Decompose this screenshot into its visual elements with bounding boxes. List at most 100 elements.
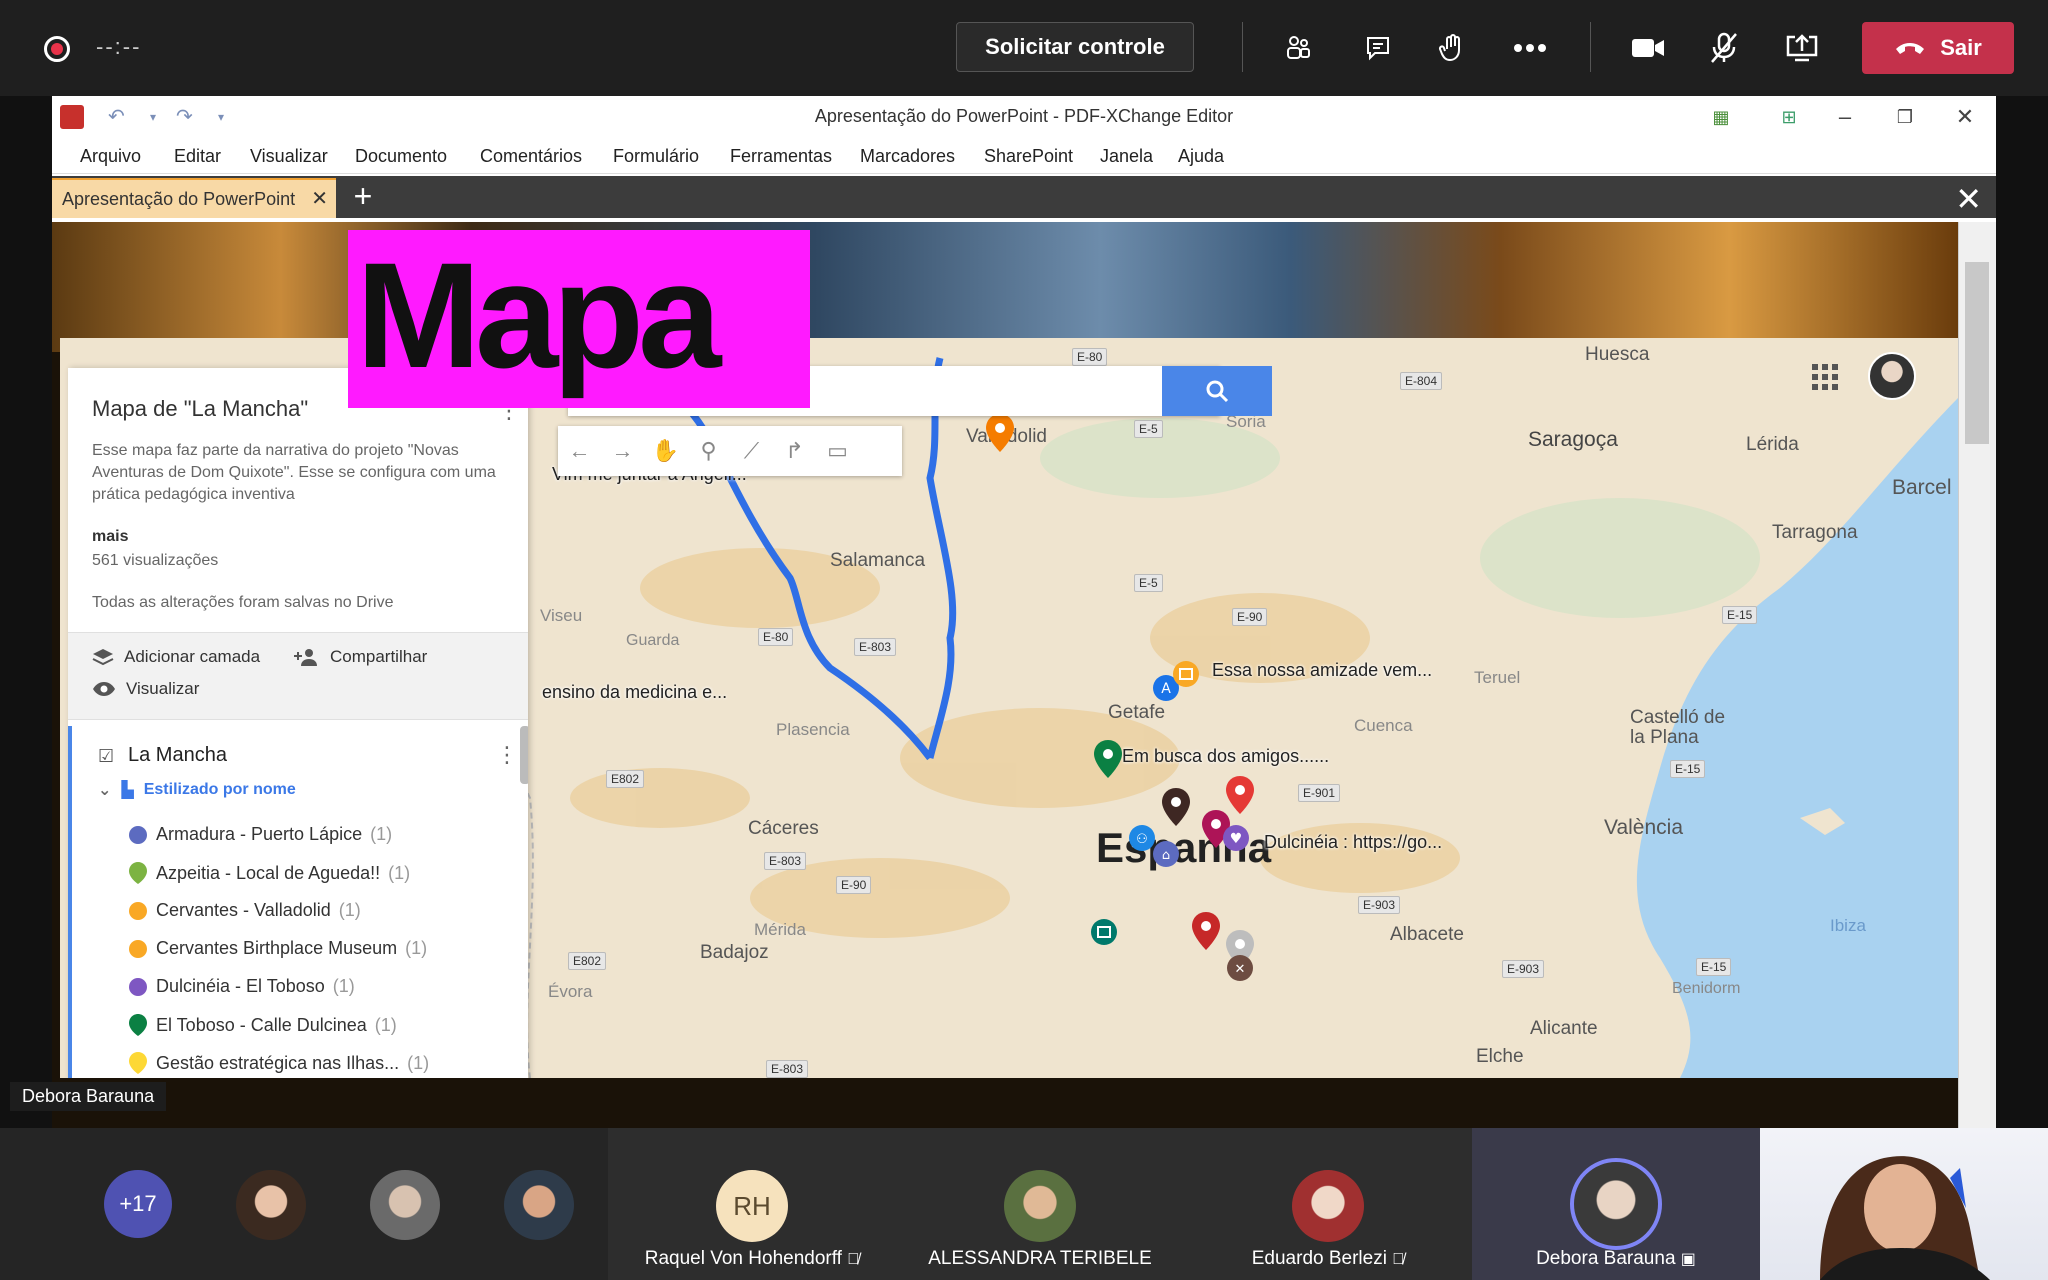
list-item[interactable]: Gestão estratégica nas Ilhas... (1) (128, 1052, 429, 1074)
menu-visualizar[interactable]: Visualizar (250, 146, 328, 167)
menu-editar[interactable]: Editar (174, 146, 221, 167)
share-screen-icon[interactable] (1782, 28, 1822, 68)
ui-options-icon[interactable]: ▦ (1704, 102, 1738, 132)
participant-tile[interactable]: Eduardo Berlezi 🎙̸ (1184, 1128, 1472, 1280)
museum-marker-icon[interactable] (1172, 660, 1200, 698)
map-pin-red-icon[interactable] (1192, 912, 1220, 950)
slide-page: Mapa Huesca Saragoça Lérida Barcel Tarra… (52, 222, 1958, 1128)
view-count: 561 visualizações (92, 552, 219, 569)
list-item[interactable]: Cervantes - Valladolid (1) (128, 900, 361, 921)
chat-icon[interactable] (1358, 28, 1398, 68)
feature-count: (1) (405, 938, 428, 958)
list-item[interactable]: El Toboso - Calle Dulcinea (1) (128, 1014, 397, 1036)
hand-icon[interactable]: ✋ (644, 426, 687, 476)
map-pin-orange-icon[interactable] (986, 414, 1014, 452)
svg-text:✕: ✕ (1235, 962, 1246, 977)
account-avatar[interactable] (1868, 352, 1916, 400)
preview-label: Visualizar (126, 679, 200, 698)
close-tab-icon[interactable]: ✕ (311, 186, 328, 211)
hanger-marker-icon[interactable]: ⌂ (1152, 840, 1180, 878)
scroll-thumb[interactable] (1965, 262, 1989, 444)
fullscreen-icon[interactable]: ⊞ (1772, 102, 1806, 132)
new-tab-icon[interactable]: + (346, 180, 380, 214)
marker-icon[interactable]: ⚲ (687, 426, 730, 476)
participant-tile[interactable]: Debora Barauna ▣ (1472, 1128, 1760, 1280)
vertical-scrollbar[interactable] (1958, 222, 1996, 1128)
list-item[interactable]: Dulcinéia - El Toboso (1) (128, 976, 355, 997)
microphone-muted-icon[interactable] (1704, 28, 1744, 68)
feature-count: (1) (407, 1052, 430, 1073)
tools-marker-icon[interactable]: ✕ (1226, 954, 1254, 992)
road-shield: E-5 (1134, 574, 1163, 592)
feature-name: Gestão estratégica nas Ilhas... (156, 1052, 400, 1073)
document-tab-bar: Apresentação do PowerPoint ✕ + ✕ (52, 176, 1996, 218)
more-participants-badge[interactable]: +17 (104, 1170, 172, 1238)
apps-grid-icon[interactable] (1810, 362, 1840, 392)
menu-arquivo[interactable]: Arquivo (80, 146, 141, 167)
svg-text:A: A (1161, 681, 1171, 697)
leave-button[interactable]: Sair (1862, 22, 2014, 74)
map-search-button[interactable] (1162, 366, 1272, 416)
participant-tile[interactable]: ALESSANDRA TERIBELE (896, 1128, 1184, 1280)
museum-marker-icon (129, 939, 147, 958)
close-window-icon[interactable]: ✕ (1948, 102, 1982, 132)
menu-sharepoint[interactable]: SharePoint (984, 146, 1073, 167)
more-link[interactable]: mais (92, 528, 128, 546)
avatar (1570, 1158, 1662, 1250)
city-label: Barcel (1892, 476, 1952, 499)
marker-callout: Essa nossa amizade vem... (1212, 660, 1433, 680)
request-control-button[interactable]: Solicitar controle (956, 22, 1194, 72)
avatar[interactable] (236, 1170, 306, 1240)
menu-formulario[interactable]: Formulário (613, 146, 699, 167)
menu-ferramentas[interactable]: Ferramentas (730, 146, 832, 167)
undo-icon[interactable]: ← (558, 426, 601, 476)
menu-janela[interactable]: Janela (1100, 146, 1153, 167)
scrollbar[interactable] (520, 726, 528, 784)
avatar[interactable] (504, 1170, 574, 1240)
recording-icon (44, 36, 70, 62)
directions-icon[interactable]: ↱ (773, 426, 816, 476)
menu-marcadores[interactable]: Marcadores (860, 146, 955, 167)
participant-tile[interactable]: RH Raquel Von Hohendorff 🎙̸ (608, 1128, 896, 1280)
layer-checkbox[interactable]: ☑ (98, 746, 116, 766)
menu-ajuda[interactable]: Ajuda (1178, 146, 1224, 167)
map-toolbar: ← → ✋ ⚲ ⟋ ↱ ▭ (558, 426, 902, 476)
layers-icon (92, 649, 114, 666)
tab-document[interactable]: Apresentação do PowerPoint ✕ (52, 178, 336, 218)
draw-line-icon[interactable]: ⟋ (730, 426, 773, 476)
city-label: Teruel (1474, 668, 1521, 687)
menu-comentarios[interactable]: Comentários (480, 146, 582, 167)
self-video-preview (1760, 1128, 2048, 1280)
style-by-name-link[interactable]: ⌄ ▙ Estilizado por nome (98, 780, 296, 800)
restore-icon[interactable]: ❐ (1888, 102, 1922, 132)
close-document-icon[interactable]: ✕ (1955, 180, 1982, 218)
add-layer-button[interactable]: Adicionar camada (92, 647, 260, 667)
feature-name: Azpeitia - Local de Agueda!! (156, 862, 381, 883)
list-item[interactable]: Azpeitia - Local de Agueda!! (1) (128, 862, 410, 884)
more-options-icon[interactable] (1510, 28, 1550, 68)
share-button[interactable]: Compartilhar (294, 647, 427, 667)
list-item[interactable]: Cervantes Birthplace Museum (1) (128, 938, 427, 959)
map-pin-dark-icon[interactable] (1162, 788, 1190, 826)
kebab-menu-icon[interactable]: ⋮ (496, 742, 518, 768)
feature-count: (1) (370, 824, 393, 844)
preview-button[interactable]: Visualizar (92, 679, 199, 699)
redo-icon[interactable]: → (601, 426, 644, 476)
map-pin-red-icon[interactable] (1226, 776, 1254, 814)
recording-time: --:-- (96, 34, 142, 59)
map-pin-green-icon[interactable] (1094, 740, 1122, 778)
avatar[interactable] (370, 1170, 440, 1240)
minimize-icon[interactable]: – (1828, 102, 1862, 132)
city-label: Lérida (1746, 434, 1799, 455)
participants-icon[interactable] (1278, 28, 1318, 68)
raise-hand-icon[interactable] (1432, 28, 1472, 68)
heart-marker-icon[interactable]: ♥ (1222, 824, 1250, 862)
list-item[interactable]: Armadura - Puerto Lápice (1) (128, 824, 392, 845)
road-shield: E-15 (1696, 958, 1732, 976)
share-label: Compartilhar (330, 647, 428, 666)
menu-documento[interactable]: Documento (355, 146, 447, 167)
camera-icon[interactable] (1628, 28, 1668, 68)
ruler-icon[interactable]: ▭ (816, 426, 859, 476)
building-marker-icon[interactable] (1090, 918, 1118, 956)
city-label: Évora (548, 982, 593, 1001)
